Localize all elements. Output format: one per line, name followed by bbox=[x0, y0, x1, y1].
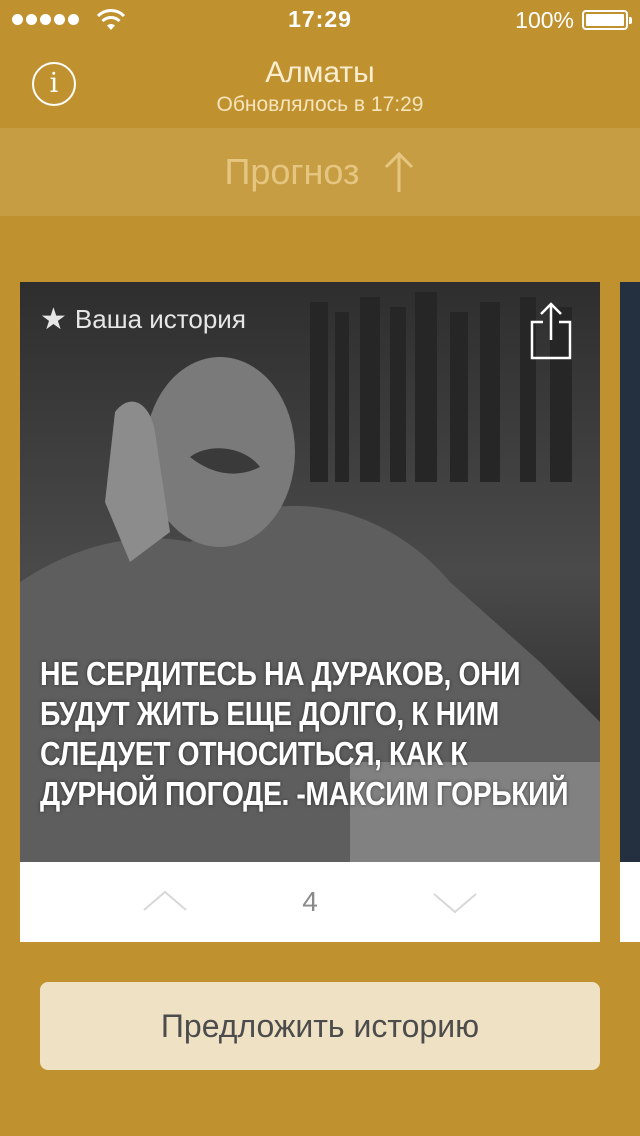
battery-icon bbox=[582, 10, 632, 30]
share-icon[interactable] bbox=[526, 300, 576, 362]
card-pager: 4 bbox=[20, 862, 600, 942]
star-icon: ★ bbox=[40, 302, 67, 336]
last-updated: Обновлялось в 17:29 bbox=[216, 93, 424, 116]
next-card-edge[interactable] bbox=[620, 282, 640, 862]
story-quote: НЕ СЕРДИТЕСЬ НА ДУРАКОВ, ОНИ БУДУТ ЖИТЬ … bbox=[40, 655, 569, 812]
page-number: 4 bbox=[302, 886, 318, 917]
favorite-badge[interactable]: ★ Ваша история bbox=[40, 304, 246, 335]
chevron-down-icon[interactable] bbox=[430, 884, 480, 920]
forecast-label: Прогноз bbox=[224, 151, 360, 192]
suggest-story-button[interactable]: Предложить историю bbox=[40, 982, 600, 1070]
story-card[interactable]: ★ Ваша история НЕ СЕРДИТЕСЬ НА ДУРАКОВ, … bbox=[20, 282, 600, 942]
story-image: ★ Ваша история НЕ СЕРДИТЕСЬ НА ДУРАКОВ, … bbox=[20, 282, 600, 862]
forecast-toggle[interactable]: Прогноз bbox=[0, 128, 640, 216]
arrow-up-icon bbox=[384, 151, 413, 192]
favorite-label: Ваша история bbox=[74, 304, 246, 334]
battery-percentage: 100% bbox=[515, 7, 574, 33]
city-name: Алматы bbox=[265, 56, 375, 89]
next-card-footer-edge bbox=[620, 862, 640, 942]
status-bar: 17:29 100% bbox=[0, 0, 640, 40]
